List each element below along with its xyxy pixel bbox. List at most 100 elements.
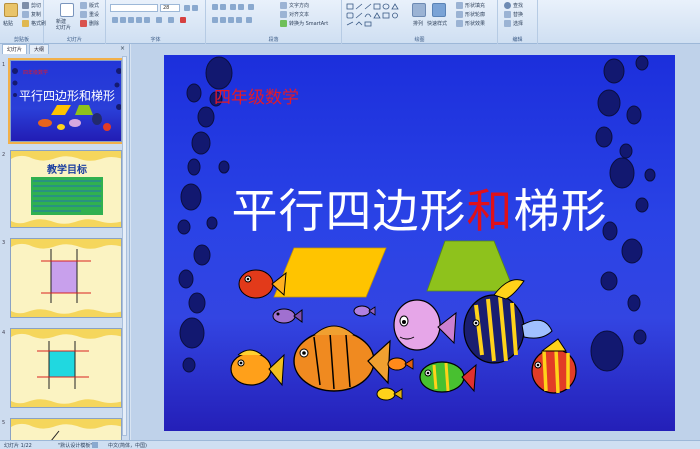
pane-tabs: 幻灯片 大纲: [0, 44, 130, 54]
underline-icon[interactable]: [128, 17, 134, 23]
align-text-icon: [280, 11, 287, 18]
justify-icon[interactable]: [236, 17, 242, 23]
line-spacing-icon[interactable]: [248, 4, 254, 10]
align-center-icon[interactable]: [220, 17, 226, 23]
thumb3-decor: [11, 239, 121, 317]
grow-font-icon[interactable]: [184, 5, 190, 11]
italic-icon[interactable]: [120, 17, 126, 23]
align-text-button[interactable]: 对齐文本: [280, 11, 309, 18]
tiny-yellow-fish-icon: [376, 387, 403, 401]
parallelogram-shape: [273, 247, 387, 298]
paragraph-label: 段落: [268, 37, 279, 43]
increase-indent-icon[interactable]: [238, 4, 244, 10]
green-fish-icon: [419, 361, 477, 393]
strikethrough-icon[interactable]: [136, 17, 142, 23]
arrange-icon[interactable]: [412, 3, 426, 17]
font-name-input[interactable]: [110, 4, 158, 12]
select-button[interactable]: 选择: [504, 20, 523, 27]
editing-group: 查找 替换 选择 编辑: [498, 0, 538, 44]
slide-thumbnail-4[interactable]: [10, 328, 122, 408]
orange-fish-icon: [293, 325, 391, 392]
slides-group: 新建 幻灯片 版式 重设 删除 幻灯片: [44, 0, 106, 44]
thumb-number-1: 1: [2, 62, 6, 68]
shape-fill-button[interactable]: 形状填充: [456, 2, 485, 9]
language-indicator: 中文(简体，中国): [108, 443, 147, 449]
font-size-input[interactable]: 28: [160, 4, 180, 12]
tiny-purple-fish-icon: [353, 305, 376, 317]
current-slide[interactable]: 四年级数学 平行四边形和梯形: [164, 55, 675, 431]
align-left-icon[interactable]: [212, 17, 218, 23]
title-highlight: 和: [466, 184, 514, 238]
new-slide-icon[interactable]: [60, 3, 74, 17]
shape-effects-button[interactable]: 形状效果: [456, 20, 485, 27]
drawing-label: 绘图: [414, 37, 425, 43]
quick-styles-icon[interactable]: [432, 3, 446, 17]
title-part1: 平行四边形: [231, 184, 467, 238]
paste-icon[interactable]: [4, 3, 18, 17]
quick-styles-button[interactable]: 快速样式: [427, 20, 447, 27]
angelfish-icon: [463, 279, 553, 364]
slides-label: 幻灯片: [66, 37, 82, 43]
shapes-gallery[interactable]: [346, 3, 404, 29]
numbering-icon[interactable]: [220, 4, 226, 10]
close-icon[interactable]: ×: [120, 45, 125, 52]
thumb1-decor: [12, 68, 121, 131]
thumb-number-5: 5: [2, 420, 6, 426]
font-color-icon[interactable]: [180, 17, 186, 23]
columns-icon[interactable]: [246, 17, 252, 23]
slide-count: 幻灯片 1/22: [4, 443, 32, 449]
replace-icon: [504, 11, 511, 18]
shadow-icon[interactable]: [144, 17, 150, 23]
title-part2: 梯形: [513, 184, 608, 238]
pen-icon: [456, 11, 463, 18]
tab-slides[interactable]: 幻灯片: [2, 44, 28, 54]
status-bar: 幻灯片 1/22 "默认设计模板" 中文(简体，中国): [0, 440, 700, 449]
slide-thumbnail-3[interactable]: [10, 238, 122, 318]
delete-slide-button[interactable]: 删除: [80, 20, 99, 27]
brush-icon: [22, 20, 29, 27]
trapezoid-shape: [426, 240, 515, 292]
smartart-icon: [280, 20, 287, 27]
align-right-icon[interactable]: [228, 17, 234, 23]
shape-outline-button[interactable]: 形状轮廓: [456, 11, 485, 18]
clipboard-label: 剪贴板: [13, 37, 29, 43]
small-purple-fish-icon: [272, 308, 303, 324]
spellcheck-icon[interactable]: [92, 442, 98, 448]
slide-thumbnail-2[interactable]: 教学目标: [10, 150, 122, 228]
slide-subtitle[interactable]: 四年级数学: [214, 83, 299, 108]
layout-button[interactable]: 版式: [80, 2, 99, 9]
slide-thumbnail-1[interactable]: 四年级数学 平行四边形和梯形: [8, 58, 124, 144]
slide-title[interactable]: 平行四边形和梯形: [164, 175, 675, 241]
change-case-icon[interactable]: [168, 17, 174, 23]
cut-button[interactable]: 剪切: [22, 2, 41, 9]
find-button[interactable]: 查找: [504, 2, 523, 9]
copy-icon: [22, 11, 29, 18]
bold-icon[interactable]: [112, 17, 118, 23]
tab-outline[interactable]: 大纲: [29, 44, 50, 54]
arrange-button[interactable]: 排列: [413, 20, 423, 27]
drawing-group: 排列 快速样式 形状填充 形状轮廓 形状效果 绘图: [342, 0, 498, 44]
editing-label: 编辑: [512, 37, 523, 43]
slide-thumbnail-5[interactable]: [10, 418, 122, 440]
fill-bucket-icon: [456, 2, 463, 9]
shrink-font-icon[interactable]: [192, 5, 198, 11]
reset-icon: [80, 11, 87, 18]
decrease-indent-icon[interactable]: [230, 4, 236, 10]
delete-icon: [80, 20, 87, 27]
new-slide-button[interactable]: 新建 幻灯片: [56, 19, 71, 31]
char-spacing-icon[interactable]: [156, 17, 162, 23]
bullets-icon[interactable]: [212, 4, 218, 10]
paste-button[interactable]: 粘贴: [3, 20, 13, 27]
reset-button[interactable]: 重设: [80, 11, 99, 18]
scissors-icon: [22, 2, 29, 9]
text-direction-button[interactable]: 文字方向: [280, 2, 309, 9]
copy-button[interactable]: 复制: [22, 11, 41, 18]
powerpoint-window: 粘贴 剪切 复制 格式刷 剪贴板 新建 幻灯片 版式 重设 删除 幻灯片 28: [0, 0, 700, 449]
smartart-button[interactable]: 转换为 SmartArt: [280, 20, 328, 27]
effects-icon: [456, 20, 463, 27]
format-painter-button[interactable]: 格式刷: [22, 20, 46, 27]
theme-name: "默认设计模板": [58, 443, 93, 449]
replace-button[interactable]: 替换: [504, 11, 523, 18]
pane-scrollbar[interactable]: [122, 56, 127, 436]
bubble-decorations: [177, 55, 656, 401]
